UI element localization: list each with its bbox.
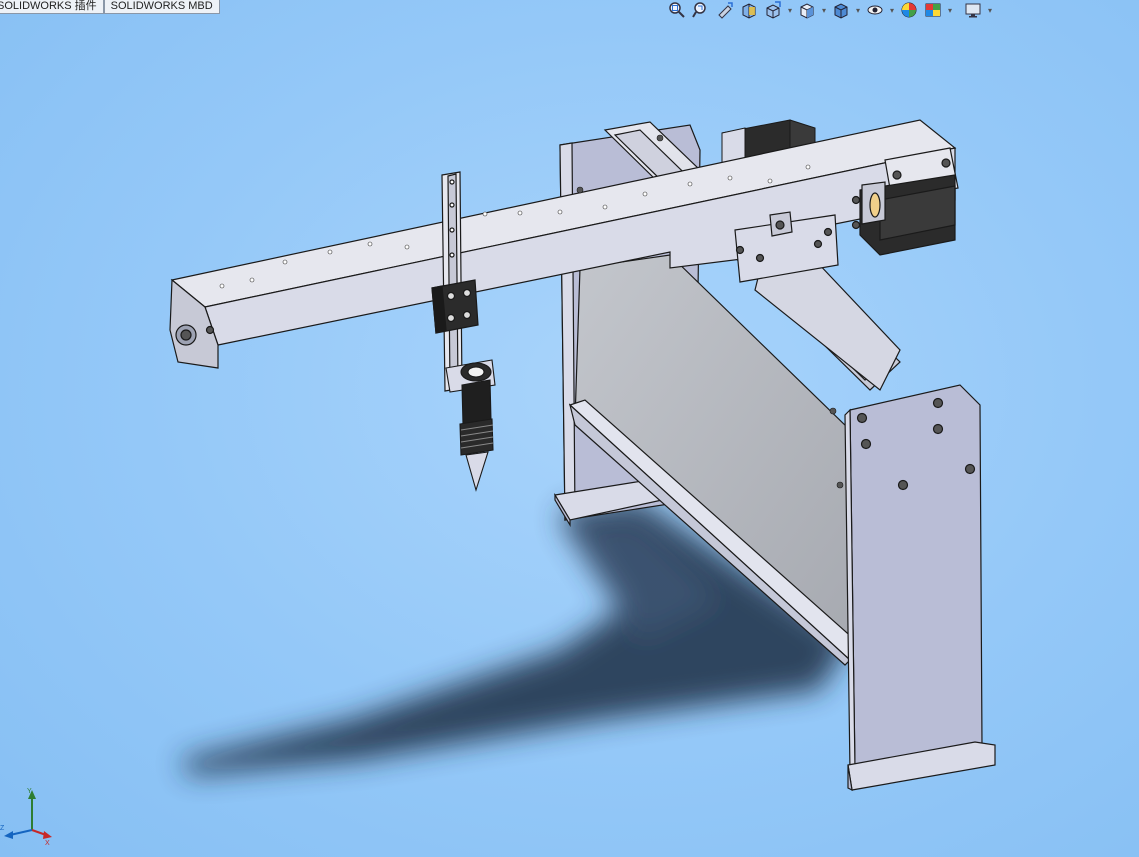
triad-x-label: X <box>45 840 50 845</box>
heads-up-view-toolbar: ▾ ▾ ▾ ▾ ▾ ▾ <box>666 0 994 20</box>
view-orientation-button[interactable] <box>796 0 818 20</box>
apply-scene-icon <box>925 3 941 17</box>
display-style-button[interactable] <box>830 0 852 20</box>
triad-y-label: Y <box>27 788 32 795</box>
model-viewport[interactable] <box>0 0 1139 857</box>
display-style-icon <box>834 3 848 19</box>
hide-show-items-button[interactable] <box>864 0 886 20</box>
command-manager-tabs: SOLIDWORKS 插件 SOLIDWORKS MBD <box>0 0 220 14</box>
zoom-to-fit-button[interactable] <box>666 0 688 20</box>
view-settings-icon <box>965 3 981 18</box>
zoom-to-area-button[interactable] <box>690 0 712 20</box>
view-settings-button[interactable] <box>962 0 984 20</box>
tool-probe <box>445 359 496 492</box>
tab-solidworks-addins[interactable]: SOLIDWORKS 插件 <box>0 0 104 14</box>
view-orientation-icon <box>800 3 814 19</box>
section-view-icon <box>742 3 756 19</box>
display-style-dropdown[interactable]: ▾ <box>854 0 862 20</box>
edit-appearance-button[interactable] <box>898 0 920 20</box>
previous-view-button[interactable] <box>714 0 736 20</box>
hide-show-items-dropdown[interactable]: ▾ <box>888 0 896 20</box>
tab-solidworks-mbd[interactable]: SOLIDWORKS MBD <box>103 0 220 14</box>
section-view-button[interactable] <box>738 0 760 20</box>
dynamic-annotation-views-icon <box>766 1 781 19</box>
apply-scene-button[interactable] <box>922 0 944 20</box>
hide-show-items-icon <box>867 5 883 15</box>
dynamic-annotation-views-button[interactable] <box>762 0 784 20</box>
zoom-to-fit-icon <box>669 2 685 18</box>
zoom-to-area-icon <box>692 2 706 18</box>
triad-z-label: Z <box>0 825 5 832</box>
view-settings-dropdown[interactable]: ▾ <box>986 0 994 20</box>
apply-scene-dropdown[interactable]: ▾ <box>946 0 954 20</box>
edit-appearance-icon <box>901 2 917 18</box>
front-support-plate <box>844 384 996 792</box>
previous-view-icon <box>718 2 733 19</box>
dynamic-annotation-views-dropdown[interactable]: ▾ <box>786 0 794 20</box>
reference-triad: Y X Z <box>0 788 52 845</box>
view-orientation-dropdown[interactable]: ▾ <box>820 0 828 20</box>
